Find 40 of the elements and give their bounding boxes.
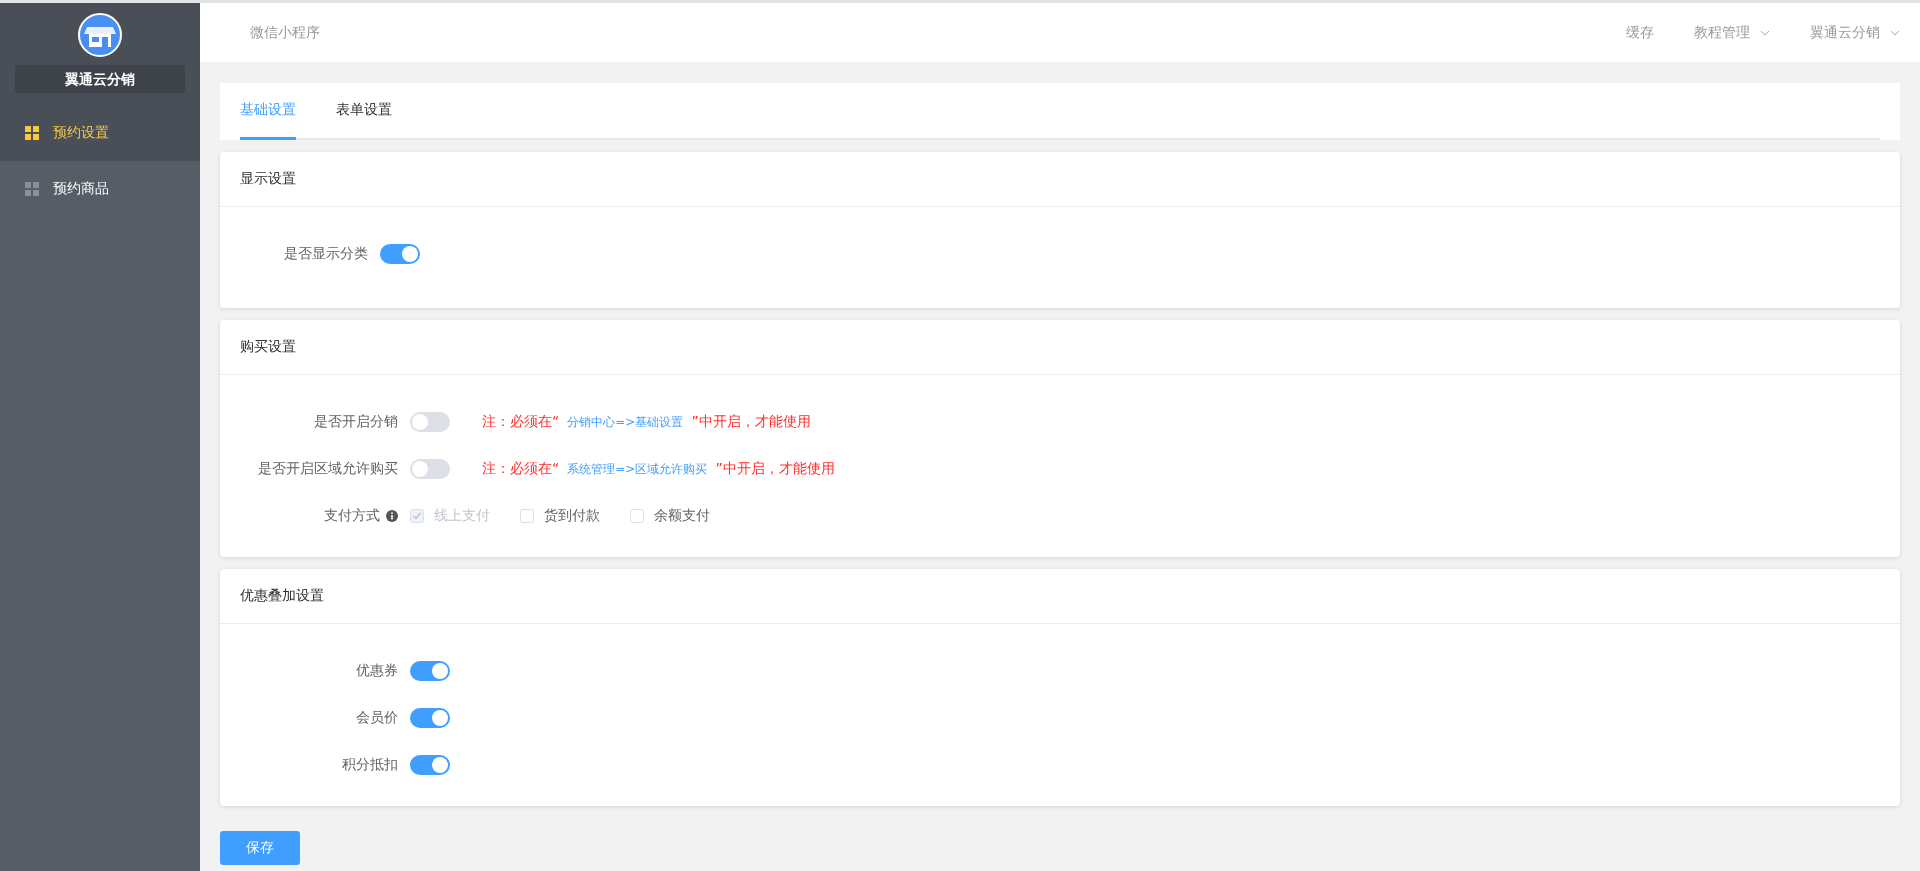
field-label: 会员价 [356,709,398,727]
field-label: 是否开启区域允许购买 [258,460,398,478]
section-title: 优惠叠加设置 [220,569,1900,624]
chevron-down-icon [1890,29,1900,36]
toggle-switch[interactable] [380,244,420,264]
settings-link[interactable]: 分销中心=>基础设置 [567,415,684,429]
app-title: 微信小程序 [250,23,321,42]
section-title: 购买设置 [220,320,1900,375]
toggle-switch[interactable] [410,459,450,479]
option-label[interactable]: 余额支付 [654,507,710,525]
brand-name: 翼通云分销 [15,65,185,93]
toggle-switch[interactable] [410,755,450,775]
tab[interactable]: 表单设置 [336,83,392,140]
dropdown-menu[interactable]: 教程管理 [1694,23,1770,42]
note-text: 注：必须在“ 系统管理=>区域允许购买 ”中开启，才能使用 [482,460,835,478]
field-label: 积分抵扣 [342,756,398,774]
header-link[interactable]: 缓存 [1626,23,1654,42]
note-text: 注：必须在“ 分销中心=>基础设置 ”中开启，才能使用 [482,413,811,431]
dropdown-menu[interactable]: 翼通云分销 [1810,23,1900,42]
toggle-switch[interactable] [410,412,450,432]
field-label: 优惠券 [356,662,398,680]
toggle-switch[interactable] [410,708,450,728]
sidebar-item[interactable]: 预约设置 [0,105,200,161]
toggle-switch[interactable] [410,661,450,681]
chevron-down-icon [1760,29,1770,36]
option-label[interactable]: 货到付款 [544,507,600,525]
field-label: 是否开启分销 [314,413,398,431]
grid-icon [25,126,39,140]
info-icon [386,510,398,522]
field-label: 是否显示分类 [284,245,368,263]
checkbox[interactable] [630,509,644,523]
grid-icon [25,182,39,196]
save-button[interactable]: 保存 [220,831,300,865]
tab[interactable]: 基础设置 [240,83,296,140]
checkbox[interactable] [520,509,534,523]
settings-link[interactable]: 系统管理=>区域允许购买 [567,462,708,476]
section-title: 显示设置 [220,152,1900,207]
field-label: 支付方式 [324,507,380,525]
store-logo-icon [78,13,122,57]
sidebar-item[interactable]: 预约商品 [0,161,200,217]
